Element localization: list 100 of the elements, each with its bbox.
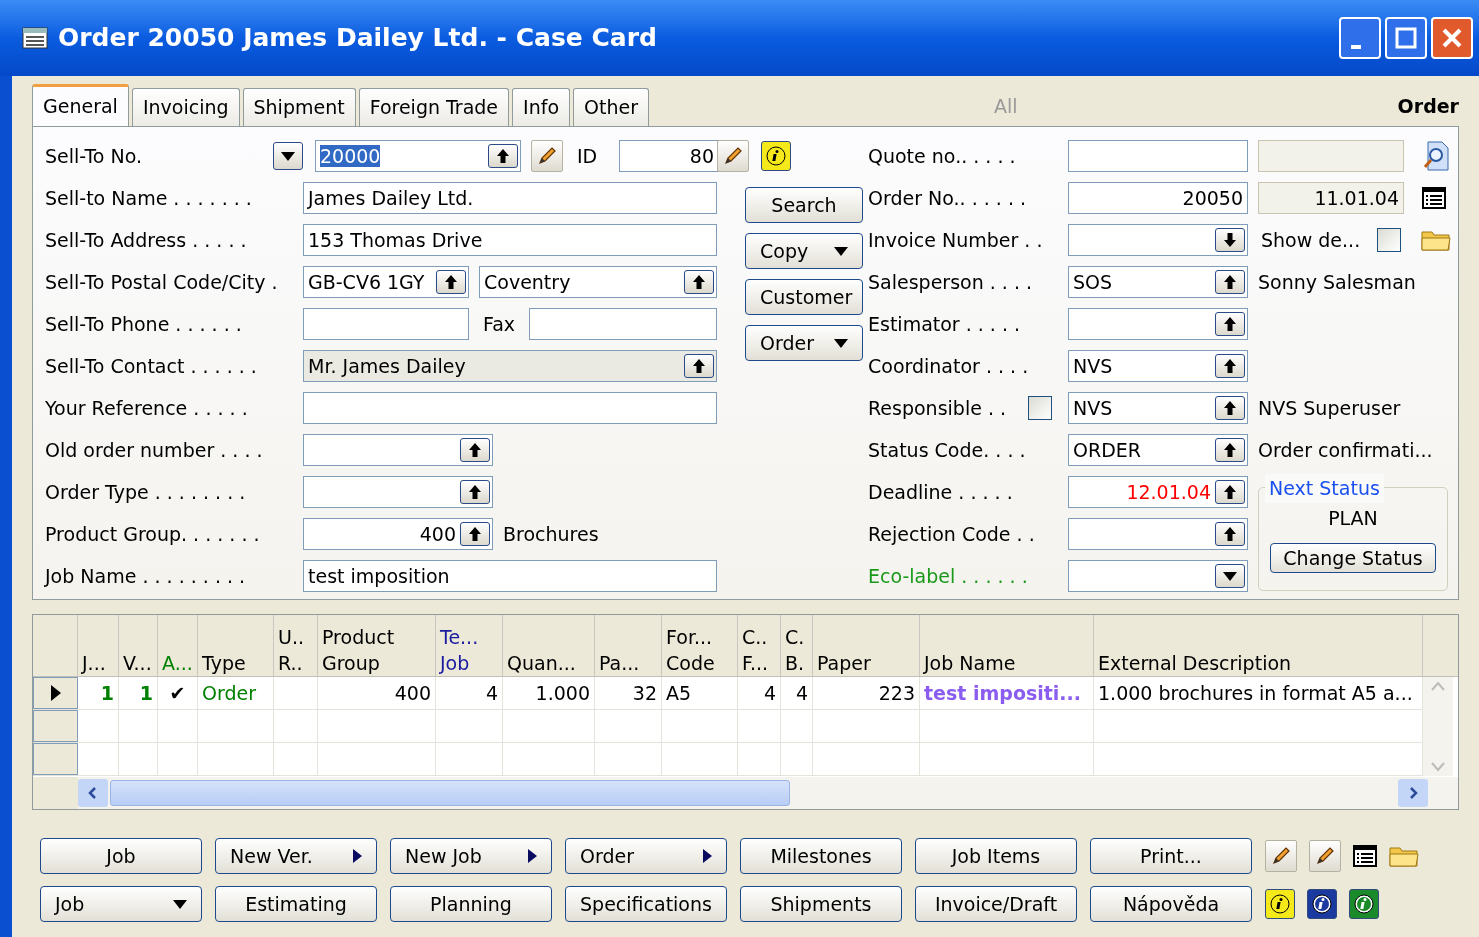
info-icon[interactable] [1307,889,1337,919]
action-button[interactable]: Copy [745,233,863,269]
lookup-button[interactable] [1215,396,1245,420]
horizontal-scrollbar[interactable] [78,777,1428,809]
tab[interactable]: Info [512,88,571,126]
checkbox[interactable] [1377,228,1401,252]
column-header[interactable]: Type [198,615,274,676]
column-header[interactable]: V... [119,615,158,676]
input-field[interactable] [303,392,717,424]
input-field[interactable] [529,308,717,340]
column-header[interactable]: Job Name [920,615,1094,676]
action-button[interactable]: Nápověda [1090,886,1252,922]
change-status-button[interactable]: Change Status [1270,542,1436,573]
action-button[interactable]: Order [565,838,727,874]
action-button[interactable]: New Job [390,838,552,874]
input-field[interactable]: GB-CV6 1GY [303,266,469,298]
edit-icon[interactable] [1309,840,1341,872]
list-icon[interactable] [1353,844,1377,868]
action-button[interactable]: Job [40,838,202,874]
input-field[interactable]: SOS [1068,266,1248,298]
column-header[interactable]: Product Group [318,615,436,676]
lookup-button[interactable] [684,270,714,294]
input-field[interactable]: 400 [303,518,493,550]
input-field[interactable]: NVS [1068,350,1248,382]
column-header[interactable]: External Description [1094,615,1423,676]
row-selector[interactable] [33,677,78,709]
column-header[interactable]: Quan... [503,615,595,676]
action-button[interactable]: Invoice/Draft [915,886,1077,922]
input-field[interactable] [1068,518,1248,550]
input-field[interactable]: 20000 [315,140,521,172]
input-field[interactable]: James Dailey Ltd. [303,182,717,214]
column-header[interactable]: Pa... [595,615,662,676]
lookup-button[interactable] [1215,228,1245,252]
column-header[interactable]: A... [158,615,198,676]
action-button[interactable]: Customer [745,279,863,315]
input-field[interactable] [303,476,493,508]
edit-icon[interactable] [531,140,563,172]
action-button[interactable]: Planning [390,886,552,922]
lookup-button[interactable] [684,354,714,378]
input-field[interactable]: test imposition [303,560,717,592]
input-field[interactable] [1068,224,1248,256]
folder-icon[interactable] [1421,228,1451,252]
action-button[interactable]: Job Items [915,838,1077,874]
dropdown-button[interactable] [273,142,303,170]
column-header[interactable]: Te... Job [436,615,503,676]
list-icon[interactable] [1422,186,1446,210]
info-icon[interactable] [761,141,791,171]
info-icon[interactable] [1349,889,1379,919]
action-button[interactable]: New Ver. [215,838,377,874]
lookup-button[interactable] [488,144,518,168]
info-icon[interactable] [1265,889,1295,919]
checkbox[interactable] [1028,396,1052,420]
minimize-button[interactable] [1339,17,1381,59]
column-header[interactable]: Paper [813,615,920,676]
action-button[interactable]: Specifications [565,886,727,922]
lookup-button[interactable] [1215,270,1245,294]
close-button[interactable] [1431,17,1473,59]
action-button[interactable]: Estimating [215,886,377,922]
action-button[interactable]: Search [745,187,863,223]
action-button[interactable]: Order [745,325,863,361]
edit-icon[interactable] [717,140,749,172]
input-field[interactable]: NVS [1068,392,1248,424]
lookup-button[interactable] [1215,312,1245,336]
lookup-button[interactable] [460,522,490,546]
lookup-button[interactable] [1215,522,1245,546]
input-field[interactable]: 80 [619,140,719,172]
action-button[interactable]: Shipments [740,886,902,922]
input-field[interactable] [1068,560,1248,592]
column-header[interactable]: For... Code [662,615,738,676]
column-header[interactable]: C. B. [781,615,813,676]
lookup-button[interactable] [1215,438,1245,462]
tab[interactable]: Foreign Trade [358,88,510,126]
action-button[interactable]: Milestones [740,838,902,874]
lookup-button[interactable] [460,438,490,462]
tab[interactable]: Shipment [242,88,356,126]
input-field[interactable] [1068,140,1248,172]
input-field[interactable]: 12.01.04 [1068,476,1248,508]
lookup-button[interactable] [436,270,466,294]
lookup-button[interactable] [1215,480,1245,504]
input-field[interactable] [303,434,493,466]
input-field[interactable] [303,308,469,340]
action-button[interactable]: Print... [1090,838,1252,874]
input-field[interactable]: 153 Thomas Drive [303,224,717,256]
column-header[interactable]: C.. F... [738,615,781,676]
input-field[interactable]: 11.01.04 [1258,182,1404,214]
lookup-button[interactable] [460,480,490,504]
input-field[interactable] [1068,308,1248,340]
lookup-button[interactable] [1215,564,1245,588]
action-button[interactable]: Job [40,886,202,922]
search-icon[interactable] [1422,141,1450,171]
input-field[interactable] [1258,140,1404,172]
tab[interactable]: General [32,84,129,126]
input-field[interactable]: Mr. James Dailey [303,350,717,382]
input-field[interactable]: ORDER [1068,434,1248,466]
tab[interactable]: Invoicing [131,88,240,126]
tab[interactable]: Other [573,88,649,126]
column-header[interactable]: J... [78,615,119,676]
input-field[interactable]: Coventry [479,266,717,298]
edit-icon[interactable] [1265,840,1297,872]
column-header[interactable]: U.. R.. [274,615,318,676]
